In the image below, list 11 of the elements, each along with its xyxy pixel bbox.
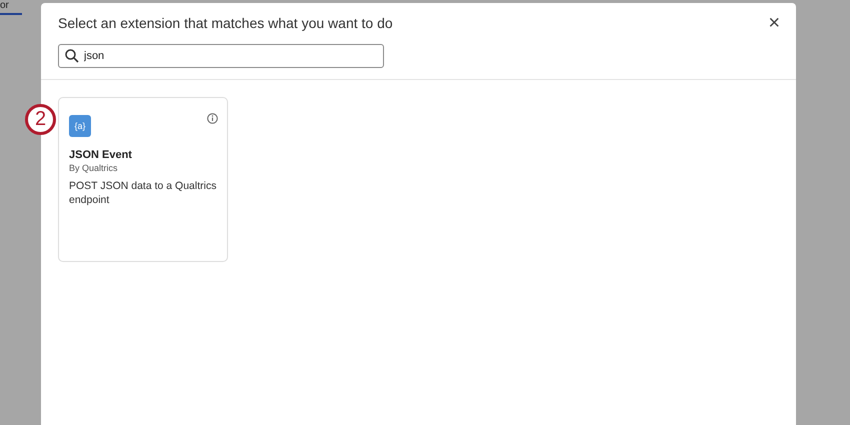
extension-name: JSON Event [69,149,133,161]
close-button[interactable]: × [768,13,780,33]
extension-author: By Qualtrics [69,163,119,173]
tab[interactable]: or [0,0,22,15]
extension-logo: {a} [69,115,91,137]
info-icon[interactable] [207,113,218,124]
search-field[interactable]: json [58,44,384,68]
step-marker: 2 [25,104,56,135]
extension-description: POST JSON data to a Qualtrics endpoint [69,179,218,207]
extension-card[interactable]: {a} JSON Event By Qualtrics POST JSON data to a Qualtrics endpoint [58,97,228,262]
dialog-title: Select an extension that matches what you want to do [58,15,393,31]
